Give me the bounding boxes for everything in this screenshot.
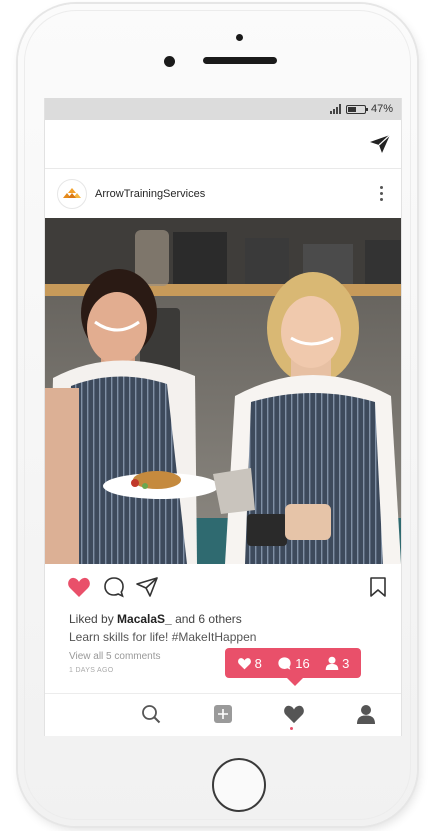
likes-line: Liked by MacalaS_ and 6 others xyxy=(69,612,391,626)
comment-bubble-icon xyxy=(278,656,291,670)
comment-bubble-icon[interactable] xyxy=(103,576,125,598)
person-icon[interactable] xyxy=(356,704,376,724)
activity-heart-icon[interactable] xyxy=(283,704,305,724)
liked-suffix[interactable]: and 6 others xyxy=(172,612,242,626)
notif-followers: 3 xyxy=(325,656,349,671)
signal-icon xyxy=(329,104,341,114)
battery-percent: 47% xyxy=(370,103,393,115)
notif-comments-count: 16 xyxy=(295,655,310,671)
brand-logo xyxy=(63,187,81,198)
notif-comments: 16 xyxy=(277,655,310,671)
front-camera xyxy=(164,56,175,67)
top-bar xyxy=(45,120,401,169)
notif-likes-count: 8 xyxy=(254,655,262,671)
post-username[interactable]: ArrowTrainingServices xyxy=(95,188,205,200)
person-icon xyxy=(325,656,339,670)
add-post-icon[interactable] xyxy=(213,704,233,724)
bottom-nav xyxy=(45,693,401,736)
post-photo[interactable] xyxy=(45,218,401,564)
liked-prefix: Liked by xyxy=(69,612,118,626)
liked-user[interactable]: MacalaS_ xyxy=(117,612,172,626)
kebab-icon[interactable] xyxy=(380,186,383,201)
notif-likes: 8 xyxy=(237,656,262,671)
heart-icon[interactable] xyxy=(67,576,91,598)
battery-icon xyxy=(345,104,368,114)
phone-screen: 47% ArrowTrainingServices Liked by Macal… xyxy=(44,98,402,736)
status-bar: 47% xyxy=(45,98,401,120)
activity-notification-bubble[interactable]: 8 16 3 xyxy=(225,648,361,686)
post-actions xyxy=(45,564,401,610)
post-header: ArrowTrainingServices xyxy=(45,169,401,218)
caption-text: Learn skills for life! #MakeItHappen xyxy=(69,630,257,644)
bookmark-icon[interactable] xyxy=(369,576,387,598)
earpiece-speaker xyxy=(203,57,277,64)
avatar[interactable] xyxy=(57,178,87,209)
search-icon[interactable] xyxy=(141,704,161,724)
sensor-dot xyxy=(236,34,243,41)
share-icon[interactable] xyxy=(135,576,159,598)
notif-followers-count: 3 xyxy=(342,655,350,671)
activity-indicator-dot xyxy=(290,727,293,730)
home-button[interactable] xyxy=(212,758,266,812)
heart-icon xyxy=(237,657,251,669)
paper-plane-icon[interactable] xyxy=(369,134,391,154)
